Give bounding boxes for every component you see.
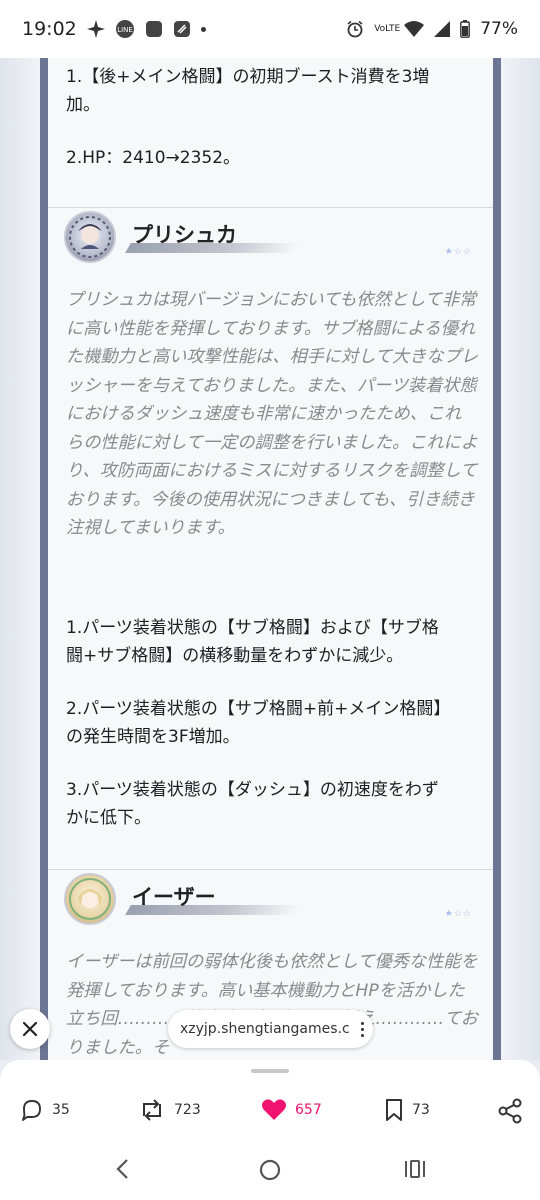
frame-left <box>40 58 48 1060</box>
status-time: 19:02 <box>22 18 77 40</box>
like-button[interactable]: 657 <box>261 1098 322 1122</box>
rating-stars: ★☆☆ <box>444 909 472 919</box>
section-divider <box>48 869 493 870</box>
reply-button[interactable]: 35 <box>20 1098 70 1122</box>
character-name: イーザー <box>132 885 216 909</box>
bookmark-button[interactable]: 73 <box>384 1098 430 1122</box>
bookmark-count: 73 <box>412 1102 430 1118</box>
prev-change-1: 1.【後+メイン格闘】の初期ブースト消費を3増 加。 <box>66 67 430 115</box>
signal-icon <box>434 21 451 37</box>
recents-icon <box>405 1160 425 1178</box>
wifi-icon <box>404 21 425 37</box>
change-item-2: 2.パーツ装着状態の【サブ格闘+前+メイン格闘】 の発生時間を3F増加。 <box>66 699 451 747</box>
close-icon <box>22 1021 38 1037</box>
battery-icon <box>460 20 471 38</box>
line-app-icon: LINE <box>115 19 135 39</box>
heart-icon <box>262 1099 286 1120</box>
square-app-icon <box>145 20 163 38</box>
home-button[interactable] <box>258 1158 282 1182</box>
post-action-bar: 35 723 657 73 <box>0 1060 540 1140</box>
recents-button[interactable] <box>403 1158 427 1180</box>
shield-app-icon <box>173 20 191 38</box>
change-item-3: 3.パーツ装着状態の【ダッシュ】の初速度をわず かに低下。 <box>66 780 439 828</box>
rating-stars: ★☆☆ <box>444 247 472 257</box>
repost-icon <box>143 1099 161 1121</box>
alarm-icon <box>346 20 364 38</box>
status-bar: 19:02 LINE VoLTE 77% <box>0 0 540 58</box>
character-header-izer: イーザー ★☆☆ <box>64 873 474 933</box>
change-item-1: 1.パーツ装着状態の【サブ格闘】および【サブ格 闘+サブ格闘】の横移動量をわずか… <box>66 618 439 666</box>
sparkle-icon <box>86 20 105 38</box>
notification-dot <box>200 26 206 32</box>
share-button[interactable] <box>497 1098 523 1124</box>
share-icon <box>498 1098 522 1124</box>
character-avatar <box>64 211 116 263</box>
drag-handle[interactable] <box>251 1069 289 1073</box>
more-options-icon[interactable] <box>351 1021 373 1037</box>
repost-count: 723 <box>174 1102 201 1118</box>
reply-icon <box>22 1100 41 1121</box>
frame-right <box>493 58 501 1060</box>
web-page[interactable]: 1.【後+メイン格闘】の初期ブースト消費を3増 加。 2.HP：2410→235… <box>0 58 540 1060</box>
repost-button[interactable]: 723 <box>138 1098 201 1122</box>
home-circle-icon <box>259 1159 281 1181</box>
reply-count: 35 <box>52 1102 70 1118</box>
volte-indicator: VoLTE <box>374 23 401 34</box>
bookmark-icon <box>386 1099 402 1121</box>
like-count: 657 <box>295 1102 322 1118</box>
prev-change-2: 2.HP：2410→2352。 <box>66 148 241 168</box>
character-name: プリシュカ <box>132 223 237 247</box>
link-preview-pill[interactable]: xzyjp.shengtiangames.c... <box>168 1010 373 1048</box>
svg-text:LINE: LINE <box>117 26 133 34</box>
section-divider <box>48 207 493 208</box>
close-button[interactable] <box>10 1009 50 1049</box>
back-chevron-icon <box>116 1159 128 1179</box>
system-nav-bar <box>0 1140 540 1200</box>
character-summary: プリシュカは現バージョンにおいても依然として非常に高い性能を発揮しております。サ… <box>66 290 478 538</box>
character-avatar <box>64 873 116 925</box>
battery-percent: 77% <box>480 19 518 39</box>
link-url: xzyjp.shengtiangames.c... <box>180 1021 351 1037</box>
patch-notes-article: 1.【後+メイン格闘】の初期ブースト消費を3増 加。 2.HP：2410→235… <box>48 58 493 1060</box>
character-header-prishuka: プリシュカ ★☆☆ <box>64 211 474 271</box>
back-button[interactable] <box>114 1158 132 1180</box>
